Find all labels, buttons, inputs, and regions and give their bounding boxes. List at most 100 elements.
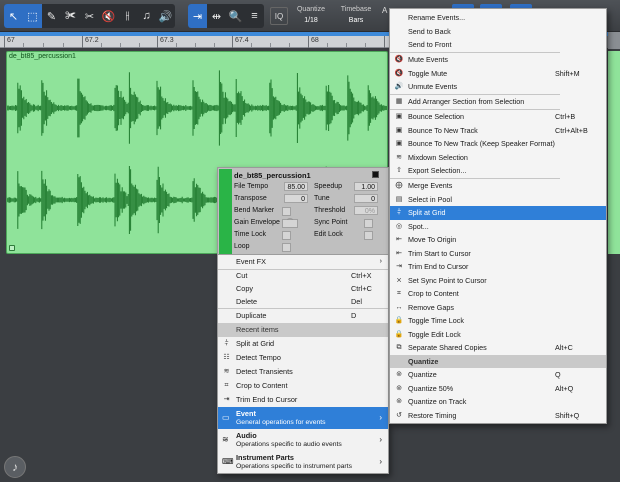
gain-envelope-label: Gain Envelope bbox=[234, 219, 280, 226]
quantize-50-icon: ⊚ bbox=[396, 384, 402, 392]
submenu-item-send-to-back[interactable]: Send to Back bbox=[390, 25, 606, 39]
submenu-item-quantize[interactable]: ⊚ Quantize Q bbox=[390, 368, 606, 382]
loop-checkbox[interactable] bbox=[282, 243, 291, 252]
loop-label: Loop bbox=[234, 243, 250, 250]
menu-item-duplicate[interactable]: Duplicate D bbox=[218, 309, 388, 323]
zoom-icon[interactable]: 🔍 bbox=[226, 4, 245, 28]
range-tool-icon[interactable]: ⬚ bbox=[23, 4, 42, 28]
submenu-item-export-selection[interactable]: ⇧ Export Selection... bbox=[390, 164, 606, 178]
submenu-item-bounce-to-new-track-keep-speaker-format[interactable]: ▣ Bounce To New Track (Keep Speaker Forma… bbox=[390, 137, 606, 151]
separate-copies-icon: ⧉ bbox=[396, 344, 402, 351]
edit-lock-icon: 🔒 bbox=[394, 330, 404, 338]
eraser-tool-icon[interactable]: ✀ bbox=[61, 4, 80, 28]
event-handle-icon[interactable] bbox=[9, 245, 15, 251]
quantize-icon: ⊚ bbox=[396, 371, 402, 378]
recent-item-trim-end-to-cursor[interactable]: ⇥ Trim End to Cursor bbox=[218, 393, 388, 407]
snap-icon[interactable]: ≡ bbox=[245, 4, 264, 28]
menu-item-delete[interactable]: Delete Del bbox=[218, 295, 388, 309]
submenu-item-bounce-selection[interactable]: ▣ Bounce Selection Ctrl+B bbox=[390, 110, 606, 124]
submenu-item-move-to-origin[interactable]: ⇤ Move To Origin bbox=[390, 233, 606, 247]
color-picker-button[interactable] bbox=[372, 171, 379, 178]
recent-item-split-at-grid[interactable]: ⫩ Split at Grid bbox=[218, 337, 388, 351]
event-submenu: Rename Events... Send to Back Send to Fron… bbox=[389, 8, 607, 424]
menu-item-copy[interactable]: Copy Ctrl+C bbox=[218, 282, 388, 296]
crop-icon: ⌗ bbox=[224, 382, 229, 389]
submenu-item-select-in-pool[interactable]: ▤ Select in Pool bbox=[390, 193, 606, 207]
audio-waveform-icon: ≋ bbox=[222, 435, 229, 444]
audio-event-next[interactable] bbox=[608, 51, 620, 254]
submenu-item-set-sync-point-to-cursor[interactable]: ⨯ Set Sync Point to Cursor bbox=[390, 274, 606, 288]
submenu-item-trim-start-to-cursor[interactable]: ⇤ Trim Start to Cursor bbox=[390, 247, 606, 261]
time-lock-checkbox[interactable] bbox=[282, 231, 291, 240]
submenu-item-mute-events[interactable]: 🔇 Mute Events bbox=[390, 53, 606, 67]
arrow-tool-icon[interactable]: ↖ bbox=[4, 4, 23, 28]
studio-one-logo-icon[interactable]: ♪ bbox=[4, 456, 26, 478]
chevron-right-icon: › bbox=[379, 457, 382, 466]
submenu-item-restore-timing[interactable]: ↺ Restore Timing Shift+Q bbox=[390, 409, 606, 423]
speaker-icon[interactable]: 🔊 bbox=[156, 4, 175, 28]
submenu-item-separate-shared-copies[interactable]: ⧉ Separate Shared Copies Alt+C bbox=[390, 341, 606, 355]
recent-item-detect-transients[interactable]: ≋ Detect Transients bbox=[218, 365, 388, 379]
submenu-item-quantize-50[interactable]: ⊚ Quantize 50% Alt+Q bbox=[390, 382, 606, 396]
submenu-item-rename-events[interactable]: Rename Events... bbox=[390, 11, 606, 25]
mute-tool-icon[interactable]: 🔇 bbox=[99, 4, 118, 28]
timebase-selector[interactable]: Timebase Bars bbox=[336, 4, 376, 26]
ruler-tick: 67.2 bbox=[82, 36, 99, 48]
submenu-item-mixdown-selection[interactable]: ≋ Mixdown Selection bbox=[390, 151, 606, 165]
gain-envelope-icon[interactable]: ⁀ bbox=[282, 219, 298, 228]
submenu-item-remove-gaps[interactable]: ↔ Remove Gaps bbox=[390, 301, 606, 315]
submenu-item-bounce-to-new-track[interactable]: ▣ Bounce To New Track Ctrl+Alt+B bbox=[390, 124, 606, 138]
quantize-selector[interactable]: Quantize 1/18 bbox=[292, 4, 330, 26]
ruler-scroll-handle[interactable] bbox=[608, 32, 620, 50]
iq-button[interactable]: IQ bbox=[270, 7, 288, 25]
submenu-item-merge-events[interactable]: ⨁ Merge Events bbox=[390, 179, 606, 193]
submenu-item-toggle-time-lock[interactable]: 🔒 Toggle Time Lock bbox=[390, 314, 606, 328]
file-tempo-field[interactable]: 85.00 bbox=[284, 182, 308, 191]
paint-tool-icon[interactable]: ✎ bbox=[42, 4, 61, 28]
arranger-icon: ▦ bbox=[395, 98, 403, 105]
timebase-value: Bars bbox=[348, 17, 364, 24]
edit-lock-label: Edit Lock bbox=[314, 231, 343, 238]
tool-group-edit: ↖ ⬚ ✎ ✀ ✂ 🔇 ⫲ ♫ 🔊 bbox=[4, 4, 175, 28]
submenu-item-toggle-edit-lock[interactable]: 🔒 Toggle Edit Lock bbox=[390, 328, 606, 342]
submenu-item-unmute-events[interactable]: 🔊 Unmute Events bbox=[390, 80, 606, 94]
transpose-field[interactable]: 0 bbox=[284, 194, 308, 203]
tool-group-snap: ⇥ ⇹ 🔍 ≡ bbox=[188, 4, 264, 28]
listen-tool-icon[interactable]: ♫ bbox=[137, 4, 156, 28]
keyboard-icon: ⌨ bbox=[222, 457, 234, 466]
bend-tool-icon[interactable]: ⫲ bbox=[118, 4, 137, 28]
autoscroll-icon[interactable]: ⇥ bbox=[188, 4, 207, 28]
ruler-tick: 67.4 bbox=[232, 36, 249, 48]
threshold-field[interactable]: 0% bbox=[354, 206, 378, 215]
edit-lock-checkbox[interactable] bbox=[364, 231, 373, 240]
event-icon: ▭ bbox=[222, 413, 230, 422]
recent-item-detect-tempo[interactable]: ☷ Detect Tempo bbox=[218, 351, 388, 365]
quantize-value: 1/18 bbox=[304, 17, 318, 24]
speedup-field[interactable]: 1.00 bbox=[354, 182, 378, 191]
submenu-audio[interactable]: ≋ Audio Operations specific to audio eve… bbox=[218, 429, 388, 451]
submenu-item-crop-to-content[interactable]: ⌗ Crop to Content bbox=[390, 287, 606, 301]
menu-item-cut[interactable]: Cut Ctrl+X bbox=[218, 269, 388, 283]
submenu-item-quantize-on-track[interactable]: ⊚ Quantize on Track bbox=[390, 395, 606, 409]
submenu-item-split-at-grid[interactable]: ⫩ Split at Grid bbox=[390, 206, 606, 220]
split-tool-icon[interactable]: ✂ bbox=[80, 4, 99, 28]
recent-item-crop-to-content[interactable]: ⌗ Crop to Content bbox=[218, 379, 388, 393]
submenu-item-toggle-mute[interactable]: 🔇 Toggle Mute Shift+M bbox=[390, 67, 606, 81]
submenu-item-spot[interactable]: ◎ Spot... bbox=[390, 220, 606, 234]
sync-point-checkbox[interactable] bbox=[364, 219, 373, 228]
ruler-tick: 68 bbox=[308, 36, 319, 48]
submenu-instrument-parts[interactable]: ⌨ Instrument Parts Operations specific t… bbox=[218, 451, 388, 473]
submenu-item-trim-end-to-cursor[interactable]: ⇥ Trim End to Cursor bbox=[390, 260, 606, 274]
merge-icon: ⨁ bbox=[395, 182, 403, 189]
chevron-right-icon: › bbox=[379, 413, 382, 422]
tune-field[interactable]: 0 bbox=[354, 194, 378, 203]
follow-edit-icon[interactable]: ⇹ bbox=[207, 4, 226, 28]
quantize-track-icon: ⊚ bbox=[396, 398, 402, 405]
submenu-event[interactable]: ▭ Event General operations for events › bbox=[218, 407, 388, 429]
menu-item-event-fx[interactable]: Event FX › bbox=[218, 255, 388, 269]
bend-marker-checkbox[interactable] bbox=[282, 207, 291, 216]
event-color-swatch[interactable] bbox=[219, 169, 232, 254]
event-name: de_bt85_percussion1 bbox=[9, 53, 76, 60]
submenu-item-add-arranger-section-from-selection[interactable]: ▦ Add Arranger Section from Selection bbox=[390, 95, 606, 109]
submenu-item-send-to-front[interactable]: Send to Front bbox=[390, 38, 606, 52]
